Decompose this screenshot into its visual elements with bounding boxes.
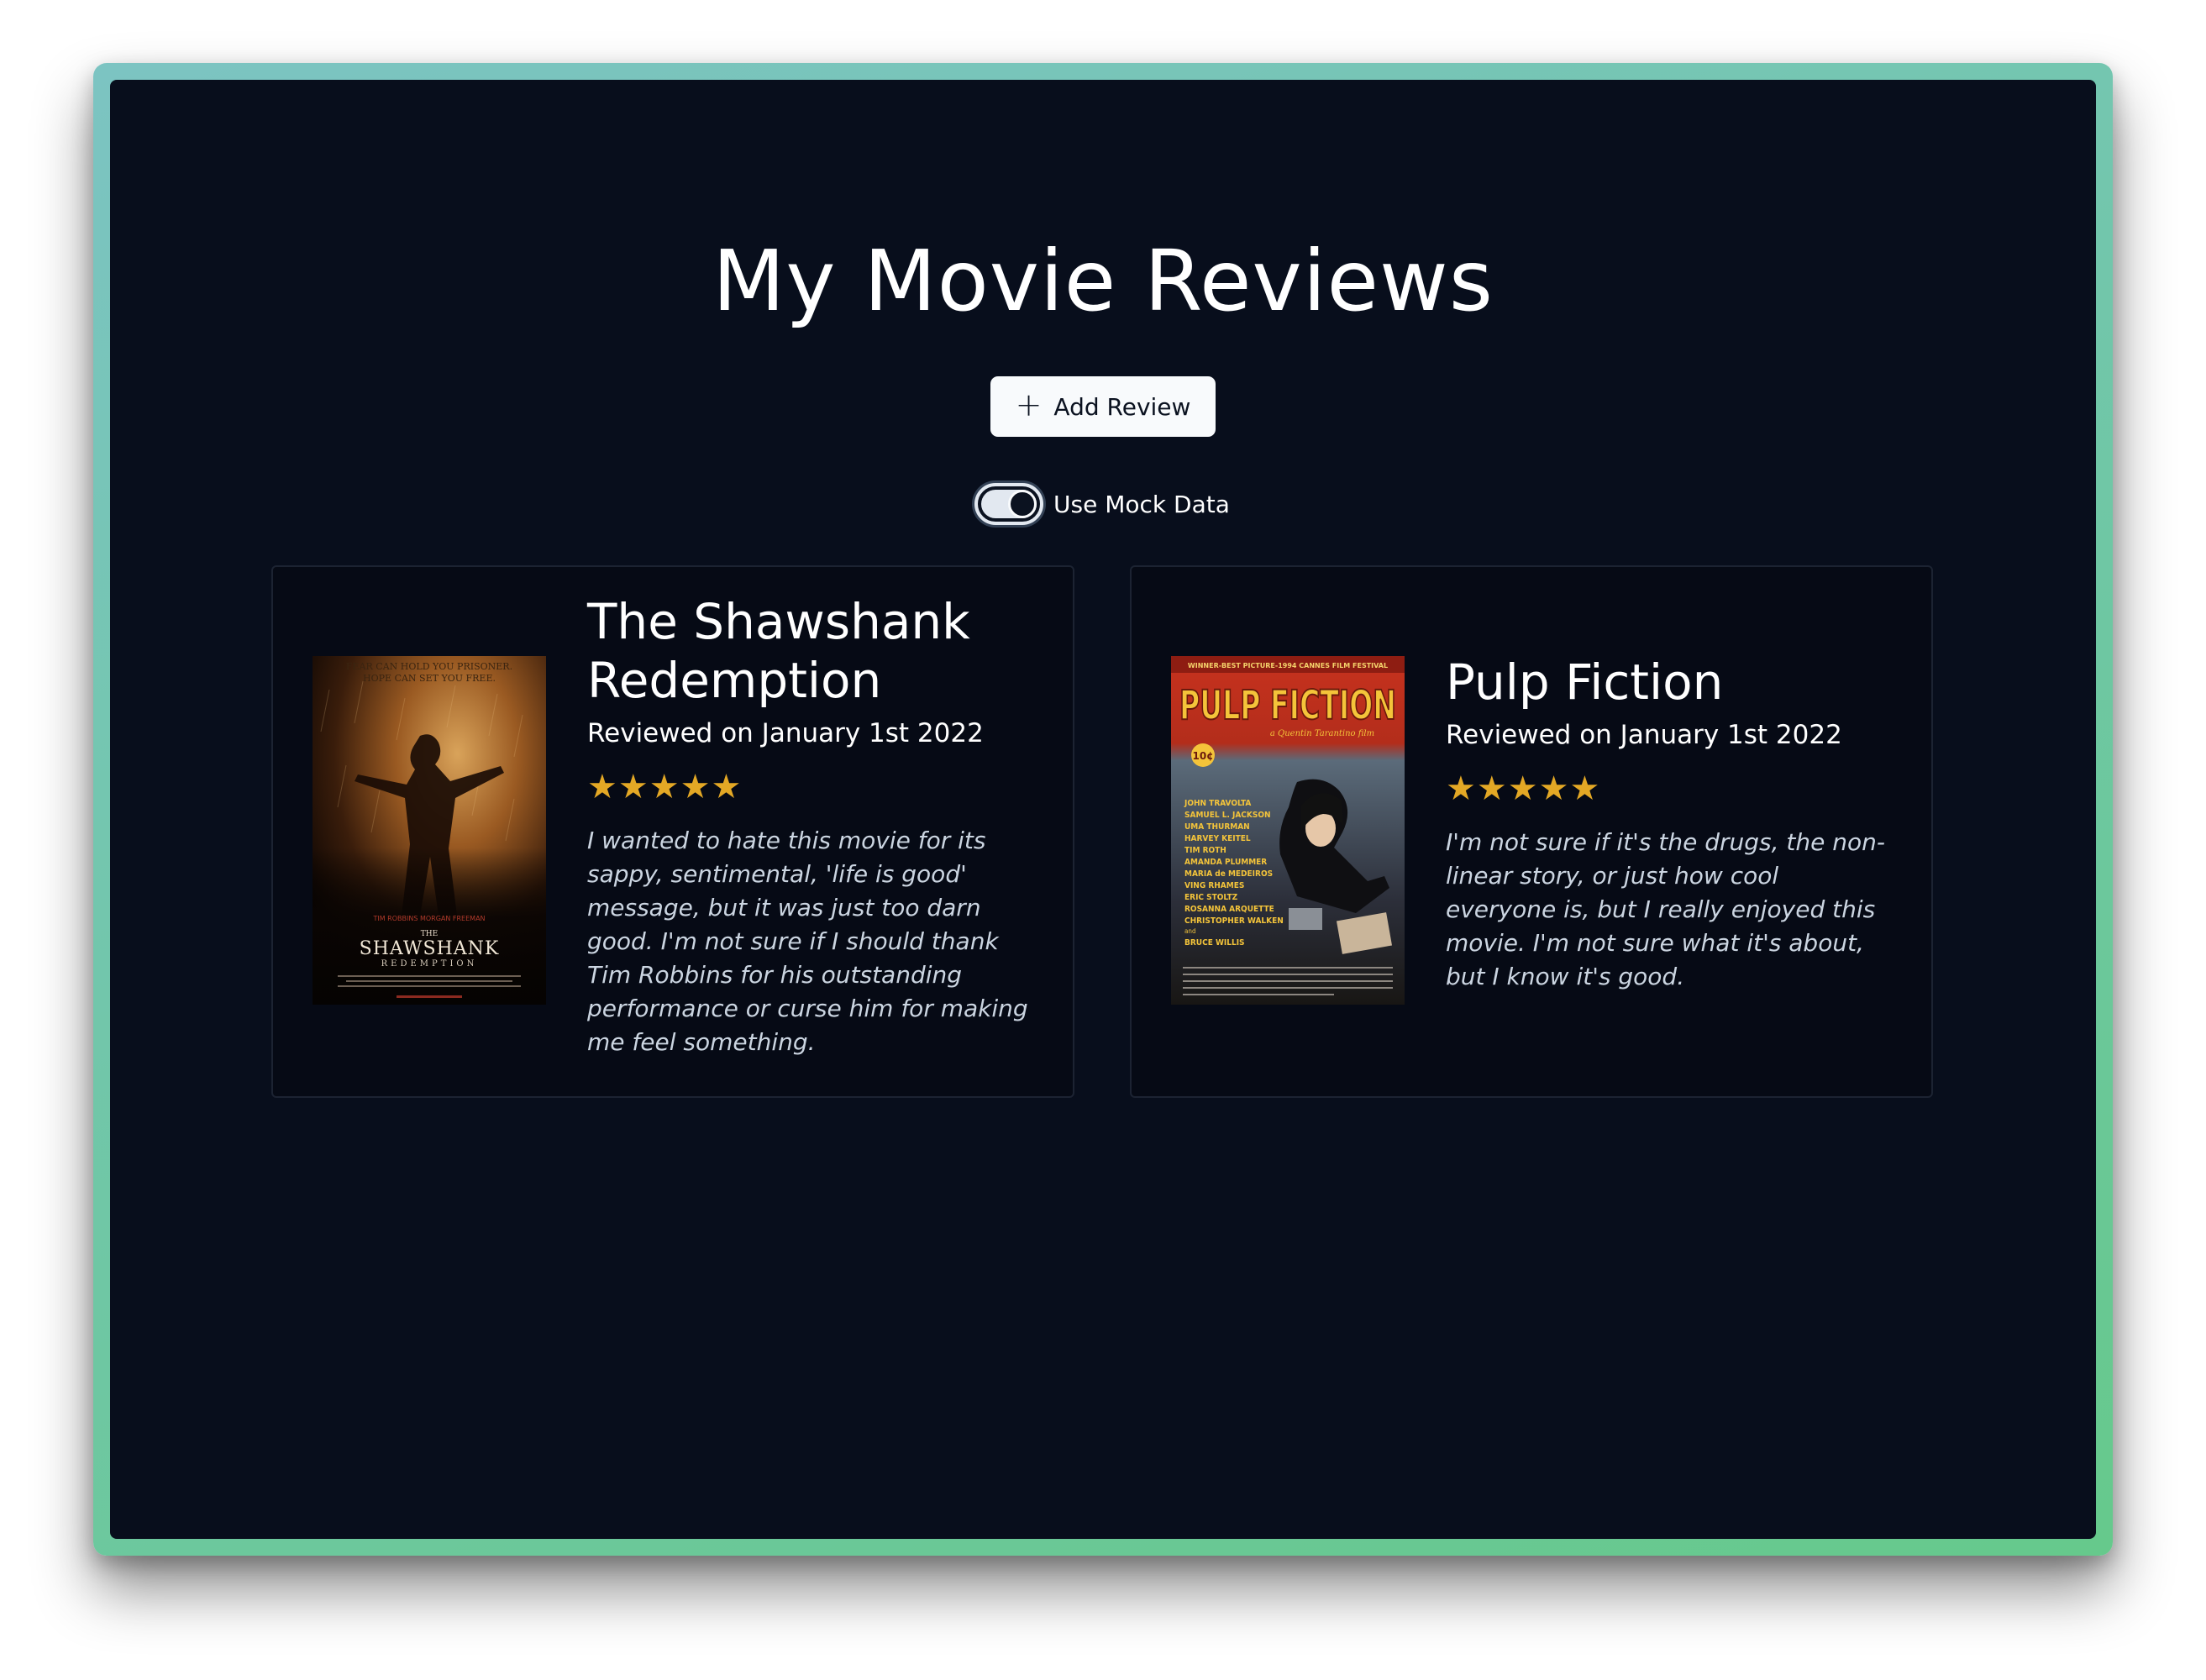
poster-tagline-2: HOPE CAN SET YOU FREE. <box>363 673 496 684</box>
svg-text:and: and <box>1184 927 1196 935</box>
page-title: My Movie Reviews <box>712 232 1494 330</box>
add-review-label: Add Review <box>1053 392 1191 421</box>
svg-text:ERIC STOLTZ: ERIC STOLTZ <box>1184 893 1238 902</box>
review-card: FEAR CAN HOLD YOU PRISONER. HOPE CAN SET… <box>271 565 1074 1098</box>
mock-data-label: Use Mock Data <box>1053 490 1230 518</box>
svg-text:CHRISTOPHER WALKEN: CHRISTOPHER WALKEN <box>1184 916 1284 926</box>
movie-title: The Shawshank Redemption <box>587 593 970 709</box>
pulp-fiction-poster: WINNER-BEST PICTURE-1994 CANNES FILM FES… <box>1171 656 1405 1005</box>
add-review-button[interactable]: + Add Review <box>990 376 1216 437</box>
poster-subtitle: REDEMPTION <box>381 959 478 969</box>
review-date: Reviewed on January 1st 2022 <box>1446 720 1842 750</box>
review-text: I wanted to hate this movie for its sapp… <box>587 827 1028 1056</box>
shawshank-poster: FEAR CAN HOLD YOU PRISONER. HOPE CAN SET… <box>313 656 546 1005</box>
mock-data-toggle-row: Use Mock Data <box>974 483 1230 525</box>
svg-text:TIM ROTH: TIM ROTH <box>1184 846 1226 855</box>
star-rating: ★★★★★ <box>1446 769 1601 808</box>
app-frame: My Movie Reviews + Add Review Use Mock D… <box>93 63 2113 1556</box>
svg-text:BRUCE WILLIS: BRUCE WILLIS <box>1184 938 1245 948</box>
poster-title: PULP FICTION <box>1179 682 1396 729</box>
poster-price: 10¢ <box>1192 750 1213 762</box>
poster-the: THE <box>421 930 438 938</box>
svg-text:JOHN TRAVOLTA: JOHN TRAVOLTA <box>1184 799 1251 808</box>
svg-text:ROSANNA ARQUETTE: ROSANNA ARQUETTE <box>1184 905 1274 914</box>
svg-text:AMANDA PLUMMER: AMANDA PLUMMER <box>1184 858 1267 867</box>
svg-text:HARVEY KEITEL: HARVEY KEITEL <box>1184 834 1251 843</box>
app-window: My Movie Reviews + Add Review Use Mock D… <box>110 80 2096 1539</box>
review-card: WINNER-BEST PICTURE-1994 CANNES FILM FES… <box>1130 565 1933 1098</box>
toggle-knob <box>1008 490 1037 518</box>
star-rating: ★★★★★ <box>587 768 743 806</box>
poster-banner: WINNER-BEST PICTURE-1994 CANNES FILM FES… <box>1188 662 1388 669</box>
review-content: Pulp Fiction Reviewed on January 1st 202… <box>1446 653 1899 994</box>
svg-text:VING RHAMES: VING RHAMES <box>1184 881 1244 890</box>
movie-title: Pulp Fiction <box>1446 654 1724 711</box>
review-content: The Shawshank Redemption Reviewed on Jan… <box>587 592 1041 1059</box>
review-text: I'm not sure if it's the drugs, the non-… <box>1446 828 1885 990</box>
review-date: Reviewed on January 1st 2022 <box>587 718 984 748</box>
poster-actors: TIM ROBBINS MORGAN FREEMAN <box>372 915 485 922</box>
poster-title: SHAWSHANK <box>360 938 500 959</box>
poster-tagline-1: FEAR CAN HOLD YOU PRISONER. <box>346 661 512 672</box>
mock-data-toggle[interactable] <box>974 483 1043 525</box>
poster-byline: a Quentin Tarantino film <box>1270 729 1374 738</box>
svg-text:MARIA de MEDEIROS: MARIA de MEDEIROS <box>1184 869 1273 879</box>
svg-text:UMA THURMAN: UMA THURMAN <box>1184 822 1250 832</box>
svg-text:SAMUEL L. JACKSON: SAMUEL L. JACKSON <box>1184 811 1271 820</box>
plus-icon: + <box>1015 386 1043 423</box>
